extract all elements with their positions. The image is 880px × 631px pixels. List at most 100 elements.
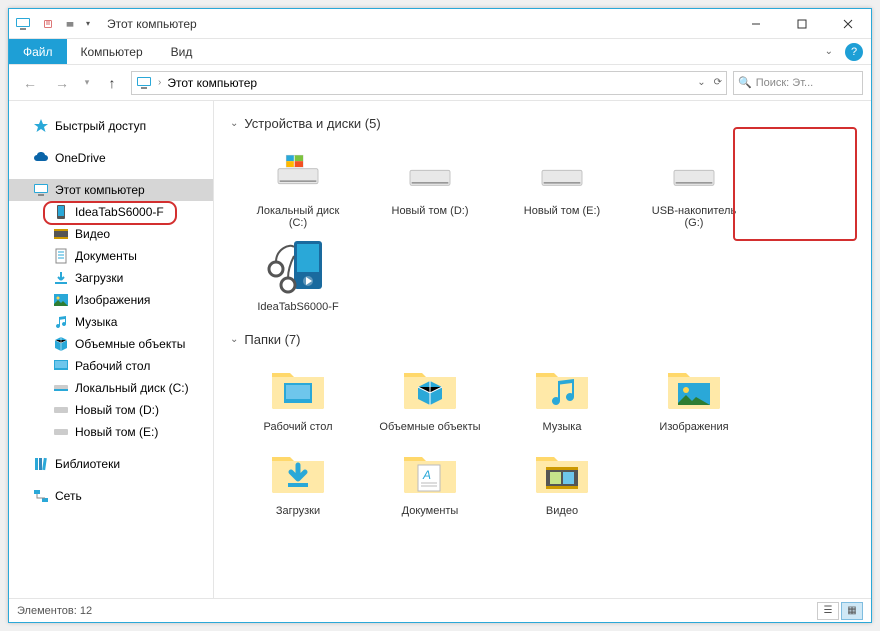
drive-icon — [53, 380, 69, 396]
sidebar-device-ideatab[interactable]: IdeaTabS6000-F — [9, 201, 213, 223]
status-item-count: Элементов: 12 — [17, 605, 92, 617]
drive-icon — [53, 424, 69, 440]
folder-music[interactable]: Музыка — [510, 357, 614, 433]
ribbon: Файл Компьютер Вид ⌄ ? — [9, 39, 871, 65]
usb-drive-icon — [666, 152, 722, 192]
drive-new-d[interactable]: Новый том (D:) — [378, 141, 482, 229]
drive-usb-g[interactable]: USB-накопитель (G:) — [642, 141, 746, 229]
sidebar-3d-objects[interactable]: Объемные объекты — [9, 333, 213, 355]
refresh-button[interactable]: ⟳ — [708, 77, 722, 88]
folder-desktop-icon — [270, 365, 326, 411]
qat-properties-button[interactable] — [37, 13, 59, 35]
section-devices-header[interactable]: ⌄ Устройства и диски (5) — [230, 111, 855, 135]
quick-access-toolbar: ▾ — [37, 13, 95, 35]
chevron-down-icon: ⌄ — [230, 118, 238, 129]
folder-video-icon — [534, 449, 590, 495]
cube-icon — [53, 336, 69, 352]
sidebar-onedrive[interactable]: OneDrive — [9, 147, 213, 169]
sidebar-documents[interactable]: Документы — [9, 245, 213, 267]
sidebar-music[interactable]: Музыка — [9, 311, 213, 333]
nav-forward-button[interactable]: → — [49, 70, 75, 96]
folder-documents-icon: A — [402, 449, 458, 495]
search-placeholder: Поиск: Эт... — [756, 77, 814, 89]
item-label: Документы — [402, 505, 459, 517]
nav-back-button[interactable]: ← — [17, 70, 43, 96]
folder-pictures[interactable]: Изображения — [642, 357, 746, 433]
device-icon — [53, 204, 69, 220]
drive-c-icon — [270, 152, 326, 192]
folder-documents[interactable]: A Документы — [378, 441, 482, 517]
item-label: Изображения — [659, 421, 728, 433]
address-dropdown-button[interactable]: ⌄ — [697, 77, 705, 88]
sidebar-desktop[interactable]: Рабочий стол — [9, 355, 213, 377]
video-icon — [53, 226, 69, 242]
chevron-right-icon: › — [158, 77, 161, 88]
folder-downloads[interactable]: Загрузки — [246, 441, 350, 517]
downloads-icon — [53, 270, 69, 286]
item-label: Объемные объекты — [379, 421, 480, 433]
view-icons-button[interactable]: ▦ — [841, 602, 863, 620]
close-button[interactable] — [825, 9, 871, 39]
address-icon — [136, 75, 152, 91]
qat-new-folder-button[interactable] — [59, 13, 81, 35]
window-title: Этот компьютер — [107, 17, 197, 31]
drive-new-e[interactable]: Новый том (E:) — [510, 141, 614, 229]
sidebar-downloads[interactable]: Загрузки — [9, 267, 213, 289]
item-label: Локальный диск (C:) — [246, 205, 350, 229]
view-details-button[interactable]: ☰ — [817, 602, 839, 620]
sidebar-new-d[interactable]: Новый том (D:) — [9, 399, 213, 421]
expand-ribbon-button[interactable]: ⌄ — [819, 42, 839, 61]
sidebar-quick-access[interactable]: Быстрый доступ — [9, 115, 213, 137]
item-label: Новый том (D:) — [392, 205, 469, 217]
drive-icon — [53, 402, 69, 418]
maximize-button[interactable] — [779, 9, 825, 39]
chevron-down-icon: ⌄ — [230, 334, 238, 345]
item-label: IdeaTabS6000-F — [257, 301, 338, 313]
tab-computer[interactable]: Компьютер — [67, 39, 157, 64]
nav-recent-dropdown[interactable]: ▾ — [81, 70, 93, 96]
sidebar-this-pc[interactable]: Этот компьютер — [9, 179, 213, 201]
folder-3d-icon — [402, 365, 458, 411]
qat-dropdown-button[interactable]: ▾ — [81, 13, 95, 35]
item-label: Новый том (E:) — [524, 205, 600, 217]
nav-up-button[interactable]: ↑ — [99, 70, 125, 96]
svg-text:A: A — [422, 468, 431, 482]
libraries-icon — [33, 456, 49, 472]
sidebar-network[interactable]: Сеть — [9, 485, 213, 507]
item-label: Видео — [546, 505, 578, 517]
explorer-window: ▾ Этот компьютер Файл Компьютер Вид ⌄ ? … — [8, 8, 872, 623]
item-label: Рабочий стол — [263, 421, 332, 433]
minimize-button[interactable] — [733, 9, 779, 39]
folder-3d-objects[interactable]: Объемные объекты — [378, 357, 482, 433]
drive-local-c[interactable]: Локальный диск (C:) — [246, 141, 350, 229]
drive-icon — [534, 152, 590, 192]
folder-desktop[interactable]: Рабочий стол — [246, 357, 350, 433]
pictures-icon — [53, 292, 69, 308]
folder-video[interactable]: Видео — [510, 441, 614, 517]
search-box[interactable]: 🔍 Поиск: Эт... — [733, 71, 863, 95]
music-icon — [53, 314, 69, 330]
folder-music-icon — [534, 365, 590, 411]
navigation-bar: ← → ▾ ↑ › Этот компьютер ⌄ ⟳ 🔍 Поиск: Эт… — [9, 65, 871, 101]
drive-icon — [402, 152, 458, 192]
tab-file[interactable]: Файл — [9, 39, 67, 64]
media-player-icon — [266, 237, 330, 299]
titlebar: ▾ Этот компьютер — [9, 9, 871, 39]
sidebar-local-c[interactable]: Локальный диск (C:) — [9, 377, 213, 399]
tab-view[interactable]: Вид — [157, 39, 207, 64]
sidebar-libraries[interactable]: Библиотеки — [9, 453, 213, 475]
address-bar[interactable]: › Этот компьютер ⌄ ⟳ — [131, 71, 727, 95]
pc-icon — [33, 182, 49, 198]
folder-downloads-icon — [270, 449, 326, 495]
device-ideatab[interactable]: IdeaTabS6000-F — [246, 237, 350, 313]
search-icon: 🔍 — [738, 76, 752, 89]
sidebar-video[interactable]: Видео — [9, 223, 213, 245]
help-button[interactable]: ? — [845, 43, 863, 61]
network-icon — [33, 488, 49, 504]
star-icon — [33, 118, 49, 134]
documents-icon — [53, 248, 69, 264]
sidebar-pictures[interactable]: Изображения — [9, 289, 213, 311]
address-text: Этот компьютер — [167, 76, 257, 90]
sidebar-new-e[interactable]: Новый том (E:) — [9, 421, 213, 443]
section-folders-header[interactable]: ⌄ Папки (7) — [230, 327, 855, 351]
